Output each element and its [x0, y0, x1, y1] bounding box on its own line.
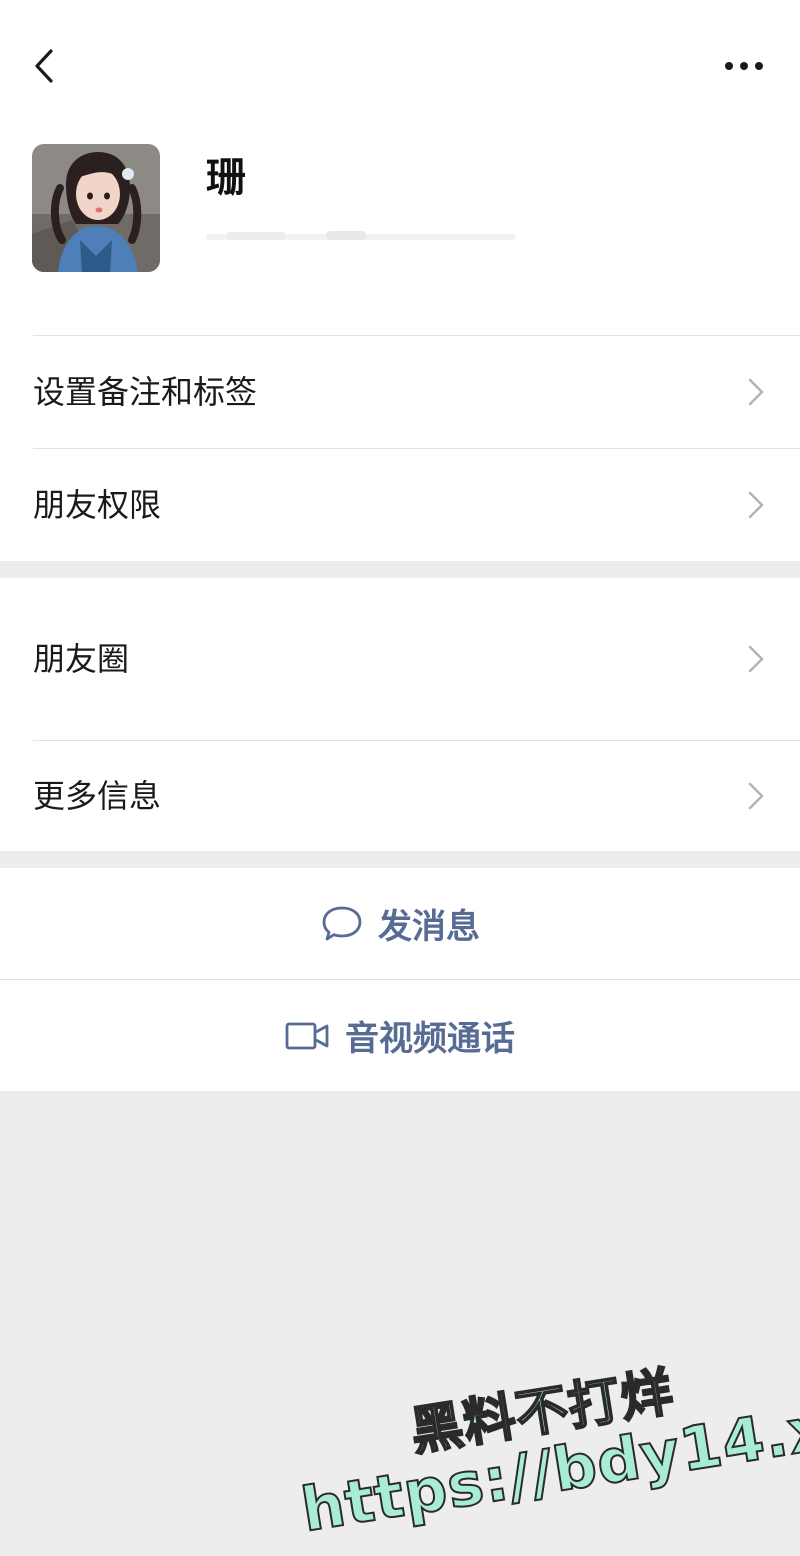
info-group: 朋友圈 更多信息: [0, 578, 800, 851]
chevron-right-icon: [748, 645, 764, 673]
row-label: 朋友权限: [33, 486, 162, 524]
back-button[interactable]: [24, 44, 64, 88]
video-camera-icon: [285, 1022, 329, 1049]
chevron-right-icon: [748, 782, 764, 810]
row-label: 朋友圈: [33, 640, 130, 678]
avatar[interactable]: [32, 144, 160, 272]
watermark-url: https://bdy14.xyz: [296, 1381, 800, 1547]
row-more-info[interactable]: 更多信息: [0, 741, 800, 851]
row-remarks-tags[interactable]: 设置备注和标签: [0, 336, 800, 448]
profile-header: 珊: [0, 0, 800, 336]
video-call-label: 音视频通话: [345, 1019, 515, 1059]
send-message-button[interactable]: 发消息: [0, 868, 800, 979]
row-moments[interactable]: 朋友圈: [0, 578, 800, 740]
chevron-right-icon: [748, 491, 764, 519]
settings-group: 设置备注和标签 朋友权限: [0, 336, 800, 561]
redacted-id-text: [206, 231, 516, 240]
send-message-label: 发消息: [378, 907, 480, 947]
video-call-button[interactable]: 音视频通话: [0, 980, 800, 1091]
more-dots-icon: [725, 62, 763, 70]
contact-name: 珊: [206, 155, 246, 201]
chevron-right-icon: [748, 378, 764, 406]
row-friend-permissions[interactable]: 朋友权限: [0, 449, 800, 561]
chat-bubble-icon: [322, 906, 362, 940]
more-options-button[interactable]: [714, 44, 774, 88]
watermark-title: 黑料不打烊: [406, 1361, 679, 1464]
row-label: 设置备注和标签: [33, 373, 258, 411]
watermark: 黑料不打烊 https://bdy14.xyz: [280, 1289, 800, 1548]
row-label: 更多信息: [33, 777, 162, 815]
back-chevron-icon: [35, 49, 53, 83]
